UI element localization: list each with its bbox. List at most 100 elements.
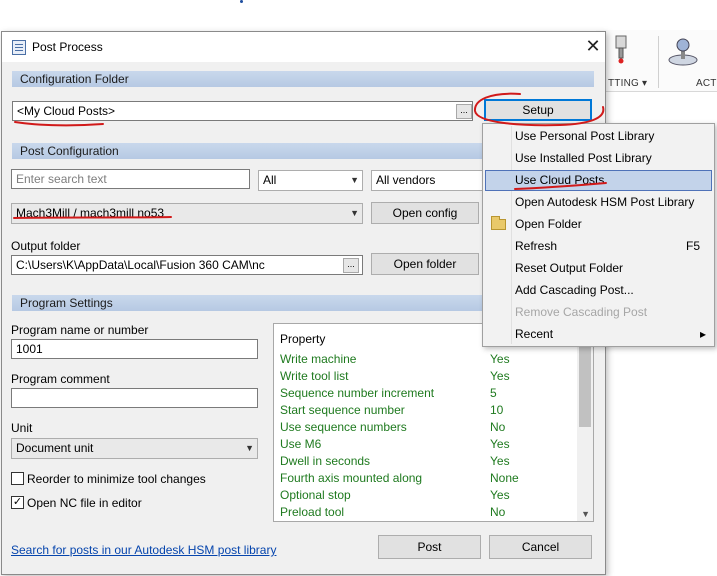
open-nc-checkbox[interactable]: ✓: [11, 496, 24, 509]
program-comment-label: Program comment: [11, 372, 110, 386]
menu-item-label: Use Personal Post Library: [515, 129, 655, 143]
property-key: Sequence number increment: [280, 386, 435, 400]
property-value[interactable]: Yes: [490, 487, 510, 504]
menu-item-refresh[interactable]: Refresh F5: [485, 236, 712, 257]
property-row[interactable]: Optional stop Yes: [274, 487, 577, 504]
program-name-input[interactable]: 1001: [11, 339, 258, 359]
scroll-down-icon[interactable]: ▼: [581, 509, 590, 519]
menu-item-label: Refresh: [515, 239, 558, 253]
section-configuration-folder: Configuration Folder: [12, 71, 594, 87]
property-row[interactable]: Preload tool No: [274, 504, 577, 521]
chevron-down-icon: ▼: [350, 208, 359, 218]
search-post-library-link[interactable]: Search for posts in our Autodesk HSM pos…: [11, 543, 276, 557]
app-icon: [12, 40, 26, 55]
menu-item-recent[interactable]: Recent ▸: [485, 324, 712, 345]
close-icon[interactable]: ✕: [583, 36, 603, 56]
menu-item-label: Remove Cascading Post: [515, 305, 648, 319]
property-value[interactable]: Yes: [490, 436, 510, 453]
vendor-filter-select[interactable]: All vendors: [371, 170, 483, 191]
property-value[interactable]: Yes: [490, 453, 510, 470]
property-key: Write machine: [280, 352, 357, 366]
cancel-button[interactable]: Cancel: [489, 535, 592, 559]
property-row[interactable]: Use M6 Yes: [274, 436, 577, 453]
menu-item-label: Use Cloud Posts: [515, 173, 605, 187]
open-config-button[interactable]: Open config: [371, 202, 479, 224]
menu-item-open-hsm-post-library[interactable]: Open Autodesk HSM Post Library: [485, 192, 712, 213]
property-row[interactable]: Start sequence number 10: [274, 402, 577, 419]
property-row[interactable]: Write machine Yes: [274, 351, 577, 368]
property-key: Write tool list: [280, 369, 349, 383]
submenu-arrow-icon: ▸: [699, 327, 706, 341]
property-key: Preload tool: [280, 505, 345, 519]
property-key: Fourth axis mounted along: [280, 471, 423, 485]
program-name-label: Program name or number: [11, 323, 149, 337]
property-scrollbar[interactable]: ▼: [577, 324, 593, 521]
unit-value: Document unit: [16, 441, 94, 455]
post-filter-select[interactable]: All ▼: [258, 170, 363, 191]
property-value[interactable]: None: [490, 470, 519, 487]
menu-item-label: Add Cascading Post...: [515, 283, 634, 297]
reorder-label: Reorder to minimize tool changes: [27, 472, 206, 486]
property-value[interactable]: Yes: [490, 351, 510, 368]
menu-item-add-cascading-post[interactable]: Add Cascading Post...: [485, 280, 712, 301]
menu-item-reset-output-folder[interactable]: Reset Output Folder: [485, 258, 712, 279]
unit-select[interactable]: Document unit ▼: [11, 438, 258, 459]
property-row[interactable]: Dwell in seconds Yes: [274, 453, 577, 470]
vendor-filter-value: All vendors: [376, 173, 436, 187]
post-selection-value: Mach3Mill / mach3mill no53: [16, 206, 165, 220]
config-folder-value: <My Cloud Posts>: [17, 104, 116, 118]
post-button[interactable]: Post: [378, 535, 481, 559]
background-dot: [240, 0, 243, 3]
property-row[interactable]: Fourth axis mounted along None: [274, 470, 577, 487]
ribbon-label-actions[interactable]: ACT: [696, 78, 717, 89]
post-selection-select[interactable]: Mach3Mill / mach3mill no53 ▼: [11, 203, 363, 224]
property-key: Dwell in seconds: [280, 454, 371, 468]
menu-item-use-personal-post-library[interactable]: Use Personal Post Library: [485, 126, 712, 147]
reorder-checkbox[interactable]: [11, 472, 24, 485]
menu-item-use-installed-post-library[interactable]: Use Installed Post Library: [485, 148, 712, 169]
output-folder-value: C:\Users\K\AppData\Local\Fusion 360 CAM\…: [16, 258, 265, 272]
menu-item-label: Reset Output Folder: [515, 261, 624, 275]
property-row[interactable]: Write tool list Yes: [274, 368, 577, 385]
open-folder-button[interactable]: Open folder: [371, 253, 479, 275]
property-key: Start sequence number: [280, 403, 405, 417]
menu-item-label: Use Installed Post Library: [515, 151, 652, 165]
ribbon-separator: [658, 36, 659, 88]
menu-item-label: Open Folder: [515, 217, 582, 231]
property-key: Use M6: [280, 437, 322, 451]
config-folder-browse-button[interactable]: ...: [456, 104, 472, 119]
menu-item-open-folder[interactable]: Open Folder: [485, 214, 712, 235]
menu-item-label: Recent: [515, 327, 554, 341]
probe-icon: [615, 35, 627, 64]
program-comment-input[interactable]: [11, 388, 258, 408]
property-value[interactable]: No: [490, 419, 505, 436]
property-row[interactable]: Use sequence numbers No: [274, 419, 577, 436]
property-grid[interactable]: Property Write machine Yes Write tool lis…: [273, 323, 594, 522]
output-folder-browse-button[interactable]: ...: [343, 258, 359, 273]
property-header: Property: [280, 332, 326, 346]
menu-item-label: Open Autodesk HSM Post Library: [515, 195, 695, 209]
title-bar: Post Process ✕: [2, 32, 605, 62]
property-key: Optional stop: [280, 488, 351, 502]
unit-label: Unit: [11, 421, 33, 435]
scrollbar-thumb[interactable]: [579, 347, 591, 427]
property-value[interactable]: Yes: [490, 368, 510, 385]
post-search-input[interactable]: Enter search text: [11, 169, 250, 189]
output-folder-label: Output folder: [11, 239, 81, 253]
setup-button[interactable]: Setup: [484, 99, 592, 121]
property-value[interactable]: No: [490, 504, 505, 521]
setup-context-menu: Use Personal Post Library Use Installed …: [482, 123, 715, 347]
chevron-down-icon: ▼: [245, 443, 254, 453]
config-folder-input[interactable]: <My Cloud Posts>: [12, 101, 473, 121]
folder-icon: [491, 216, 506, 230]
property-value[interactable]: 10: [490, 402, 503, 419]
joystick-icon: [668, 38, 698, 66]
menu-item-use-cloud-posts[interactable]: Use Cloud Posts: [485, 170, 712, 191]
property-key: Use sequence numbers: [280, 420, 407, 434]
dialog-title: Post Process: [32, 40, 103, 54]
chevron-down-icon: ▼: [350, 175, 359, 185]
output-folder-input[interactable]: C:\Users\K\AppData\Local\Fusion 360 CAM\…: [11, 255, 363, 275]
ribbon-label-setting[interactable]: TTING ▾: [608, 78, 647, 89]
property-value[interactable]: 5: [490, 385, 497, 402]
property-row[interactable]: Sequence number increment 5: [274, 385, 577, 402]
